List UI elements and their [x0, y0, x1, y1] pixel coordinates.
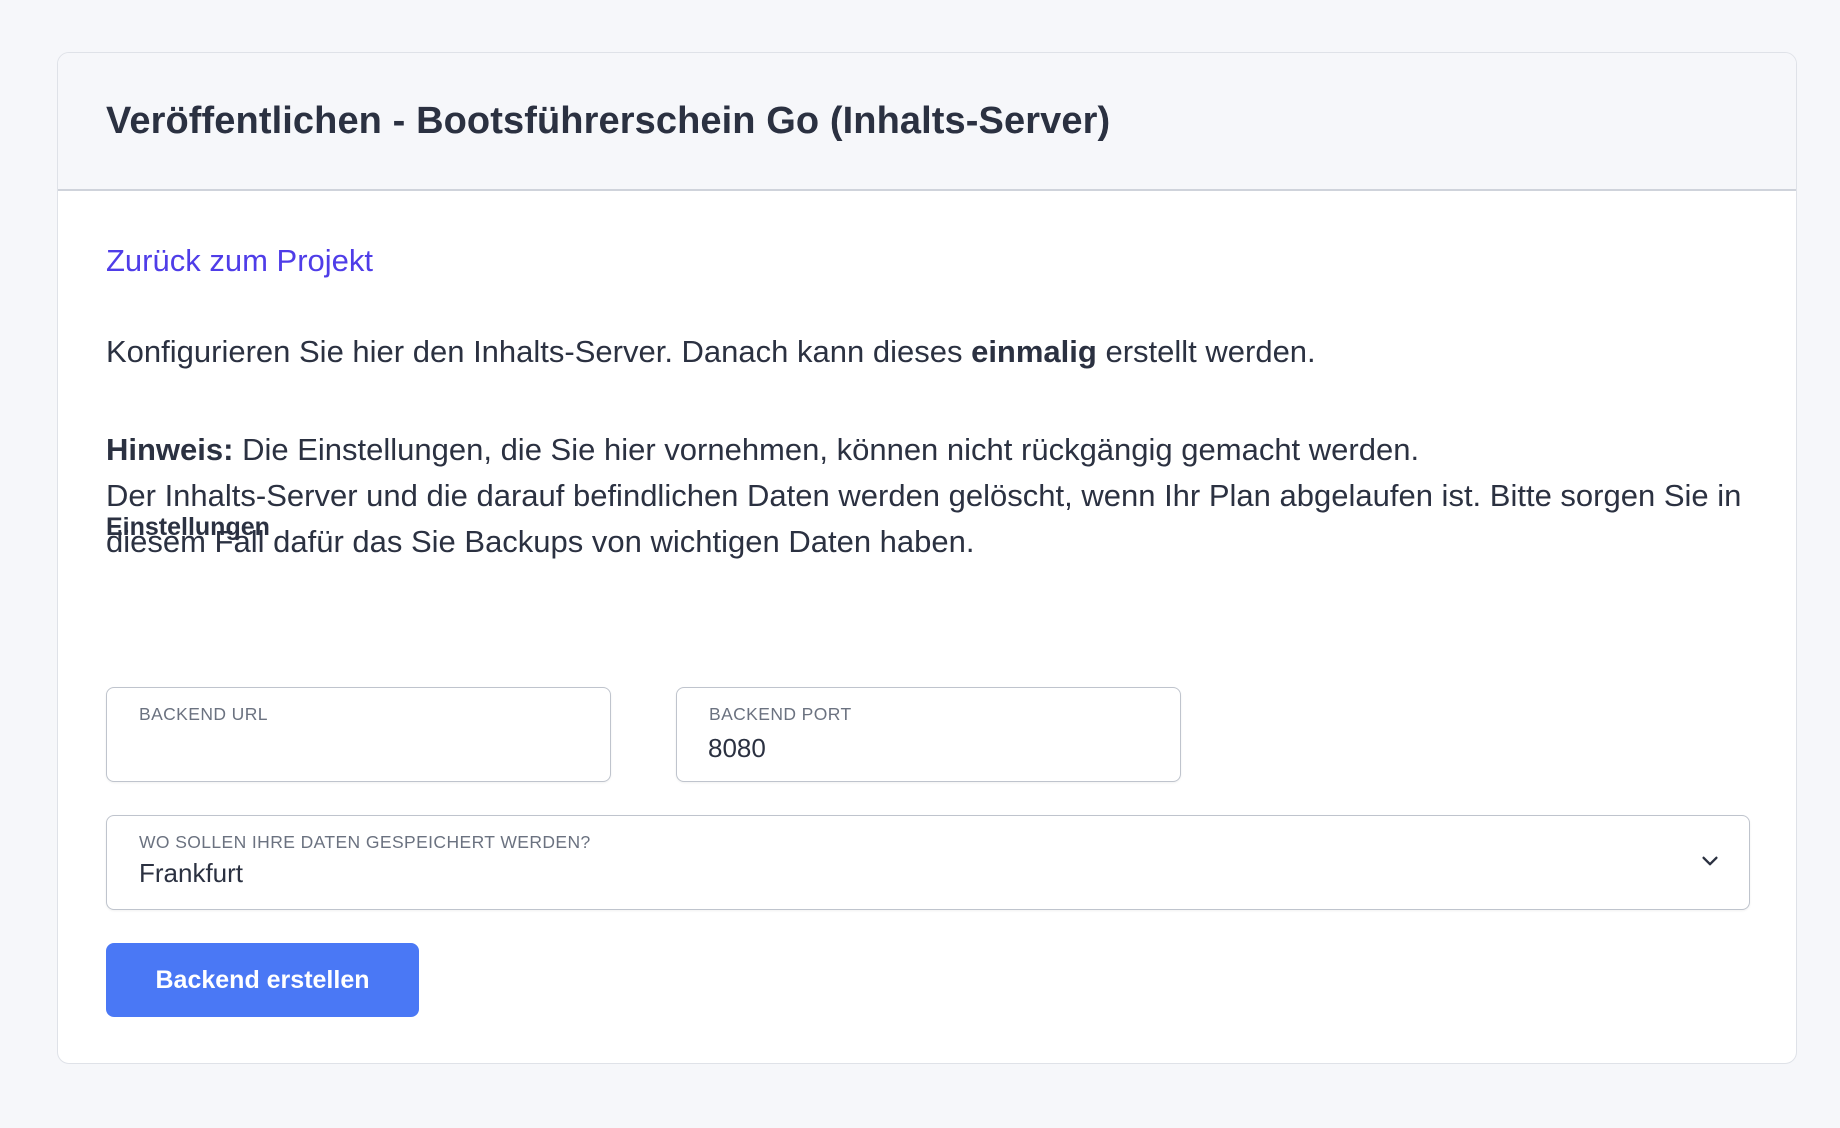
- data-location-label: WO SOLLEN IHRE DATEN GESPEICHERT WERDEN?: [139, 832, 591, 852]
- create-backend-button[interactable]: Backend erstellen: [106, 943, 419, 1017]
- chevron-down-icon[interactable]: [1699, 850, 1721, 872]
- publish-card: Veröffentlichen - Bootsführerschein Go (…: [57, 52, 1797, 1064]
- back-to-project-link[interactable]: Zurück zum Projekt: [106, 243, 373, 279]
- backend-url-label: BACKEND URL: [139, 704, 268, 724]
- backend-port-input[interactable]: [708, 730, 1149, 766]
- intro-text-end: erstellt werden.: [1096, 334, 1316, 369]
- backend-url-input[interactable]: [138, 730, 579, 766]
- page-title: Veröffentlichen - Bootsführerschein Go (…: [106, 99, 1111, 142]
- intro-text: Konfigurieren Sie hier den Inhalts-Serve…: [106, 334, 1316, 370]
- intro-text-emphasis: einmalig: [971, 334, 1097, 369]
- notice-label: Hinweis:: [106, 432, 234, 467]
- notice-line-1: Die Einstellungen, die Sie hier vornehme…: [233, 432, 1420, 467]
- settings-section-label: Einstellungen: [106, 513, 270, 541]
- backend-url-field[interactable]: BACKEND URL: [106, 687, 611, 782]
- intro-text-start: Konfigurieren Sie hier den Inhalts-Serve…: [106, 334, 972, 369]
- data-location-select[interactable]: WO SOLLEN IHRE DATEN GESPEICHERT WERDEN?…: [106, 815, 1750, 910]
- notice-text: Hinweis: Die Einstellungen, die Sie hier…: [106, 427, 1786, 565]
- notice-line-2: Der Inhalts-Server und die darauf befind…: [106, 478, 1742, 559]
- data-location-value: Frankfurt: [139, 858, 244, 888]
- card-header: Veröffentlichen - Bootsführerschein Go (…: [58, 53, 1796, 191]
- backend-port-label: BACKEND PORT: [709, 704, 852, 724]
- backend-port-field[interactable]: BACKEND PORT: [676, 687, 1181, 782]
